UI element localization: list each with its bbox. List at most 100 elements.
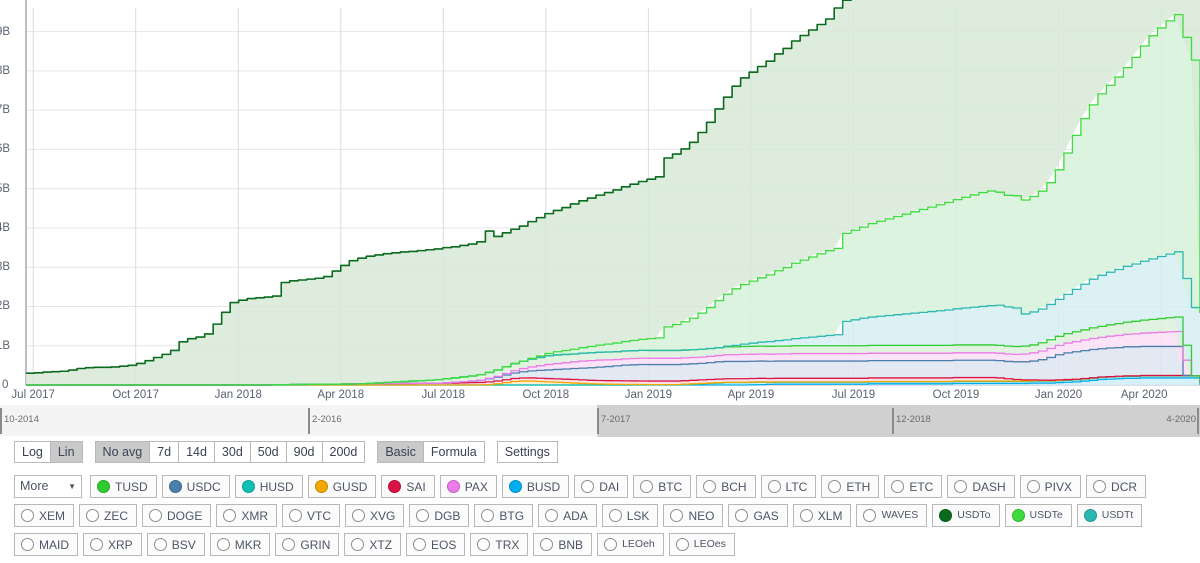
legend-chip-btc[interactable]: BTC [633,475,692,498]
legend-chip-tusd[interactable]: TUSD [90,475,157,498]
legend-chip-eth[interactable]: ETH [821,475,880,498]
moving-average-group[interactable]: No avg 7d 14d 30d 50d 90d 200d [94,441,366,463]
average-button-7d[interactable]: 7d [149,441,180,463]
stablecoin-supply-chart-page: 01B2B3B4B5B6B7B8B9B Jul 2017Oct 2017Jan … [0,0,1200,563]
settings-group[interactable]: Settings [496,441,558,463]
legend-chip-xlm[interactable]: XLM [792,504,852,527]
legend-chip-xrp[interactable]: XRP [83,533,142,556]
average-button-200d[interactable]: 200d [321,441,366,463]
mode-toggle-group[interactable]: Basic Formula [377,441,485,463]
legend-chip-usdto[interactable]: USDTo [932,504,1000,527]
legend-chip-dash[interactable]: DASH [947,475,1015,498]
average-button-50d[interactable]: 50d [249,441,287,463]
scale-button-log[interactable]: Log [14,441,51,463]
settings-button[interactable]: Settings [496,441,558,463]
legend-chip-usdtt[interactable]: USDTt [1076,504,1143,527]
average-button-no-avg[interactable]: No avg [94,441,151,463]
chart-plot-area[interactable]: 01B2B3B4B5B6B7B8B9B Jul 2017Oct 2017Jan … [0,0,1200,401]
legend-chip-label: EOS [431,537,457,552]
legend-chip-sai[interactable]: SAI [381,475,435,498]
legend-chip-doge[interactable]: DOGE [142,504,212,527]
legend-chip-pivx[interactable]: PIVX [1019,475,1082,498]
legend-chip-gas[interactable]: GAS [728,504,788,527]
scale-toggle-group[interactable]: Log Lin [14,441,83,463]
legend-chip-dcr[interactable]: DCR [1086,475,1147,498]
legend-chip-label: MAID [39,537,69,552]
legend-chip-ada[interactable]: ADA [538,504,597,527]
mode-button-formula[interactable]: Formula [422,441,485,463]
scale-button-lin[interactable]: Lin [49,441,83,463]
legend-chip-xmr[interactable]: XMR [216,504,278,527]
legend-chip-grin[interactable]: GRIN [275,533,340,556]
legend-chip-label: BUSD [526,479,561,494]
color-swatch-icon [1026,480,1040,493]
legend-chip-leoes[interactable]: LEOes [668,533,735,556]
legend-chip-xem[interactable]: XEM [14,504,75,527]
legend-chip-ltc[interactable]: LTC [760,475,817,498]
scrubber-tick-7-2017[interactable] [597,408,599,434]
legend-chip-label: XMR [241,508,269,523]
legend-chip-husd[interactable]: HUSD [234,475,303,498]
legend-chip-label: DOGE [167,508,203,523]
legend-chip-maid[interactable]: MAID [14,533,78,556]
legend-chip-usdc[interactable]: USDC [161,475,230,498]
legend-chip-label: NEO [688,508,715,523]
legend-chip-busd[interactable]: BUSD [501,475,570,498]
color-swatch-icon [416,509,430,522]
legend-chip-label: GRIN [300,537,331,552]
color-swatch-icon [446,480,460,493]
legend-chip-pax[interactable]: PAX [439,475,497,498]
color-swatch-icon [388,480,402,493]
average-button-30d[interactable]: 30d [213,441,251,463]
average-button-90d[interactable]: 90d [285,441,323,463]
legend-chip-dai[interactable]: DAI [574,475,629,498]
legend-chip-neo[interactable]: NEO [663,504,724,527]
legend-chip-label: XVG [370,508,396,523]
color-swatch-icon [153,538,167,551]
legend-chip-bnb[interactable]: BNB [533,533,593,556]
legend-chip-leoeh[interactable]: LEOeh [597,533,664,556]
legend-chip-label: BNB [558,537,584,552]
legend-row-2: XEM ZEC DOGE XMR VTC XVG DGB BTG ADA LSK NEO GAS XLM… [14,504,1194,527]
legend-chip-label: MKR [234,537,262,552]
legend-chip-bch[interactable]: BCH [696,475,756,498]
scrubber-tick-2-2016[interactable] [308,408,311,434]
legend-chip-bsv[interactable]: BSV [146,533,205,556]
asset-legend[interactable]: More ▼ TUSD USDC HUSD GUSD SAI PAX BUSD DAI BTC BCH… [14,475,1194,562]
scrubber-tick-12-2018[interactable] [891,408,894,434]
legend-chip-usdte[interactable]: USDTe [1004,504,1072,527]
legend-chip-trx[interactable]: TRX [470,533,529,556]
color-swatch-icon [508,480,522,493]
legend-chip-etc[interactable]: ETC [884,475,943,498]
mode-button-basic[interactable]: Basic [377,441,424,463]
more-assets-dropdown[interactable]: More ▼ [14,475,82,498]
date-range-scrubber[interactable]: 10-2014 2-2016 7-2017 12-2018 4-2020 [0,404,1200,437]
scrubber-tick-10-2014[interactable] [0,408,2,434]
legend-chip-label: VTC [307,508,332,523]
average-button-14d[interactable]: 14d [178,441,215,463]
legend-chip-zec[interactable]: ZEC [79,504,138,527]
legend-chip-xtz[interactable]: XTZ [344,533,402,556]
color-swatch-icon [289,509,303,522]
scrubber-label-2-2016: 2-2016 [312,414,342,425]
legend-chip-label: USDTe [1029,509,1063,522]
legend-chip-label: XTZ [369,537,393,552]
legend-chip-label: ETC [909,479,934,494]
legend-chip-btg[interactable]: BTG [474,504,534,527]
color-swatch-icon [545,509,559,522]
legend-chip-mkr[interactable]: MKR [209,533,271,556]
legend-chip-vtc[interactable]: VTC [282,504,341,527]
color-swatch-icon [223,509,237,522]
legend-chip-gusd[interactable]: GUSD [307,475,377,498]
legend-chip-eos[interactable]: EOS [406,533,466,556]
legend-chip-waves[interactable]: WAVES [856,504,928,527]
color-swatch-icon [90,538,103,551]
legend-chip-dgb[interactable]: DGB [409,504,470,527]
legend-chip-label: XEM [39,508,66,523]
scrubber-label-7-2017: 7-2017 [601,414,631,425]
scrubber-tick-4-2020[interactable] [1197,408,1199,434]
legend-chip-lsk[interactable]: LSK [601,504,659,527]
legend-chip-label: XRP [108,537,133,552]
chart-toolbar[interactable]: Log Lin No avg 7d 14d 30d 50d 90d 200d Basic For… [14,441,558,463]
legend-chip-xvg[interactable]: XVG [345,504,405,527]
